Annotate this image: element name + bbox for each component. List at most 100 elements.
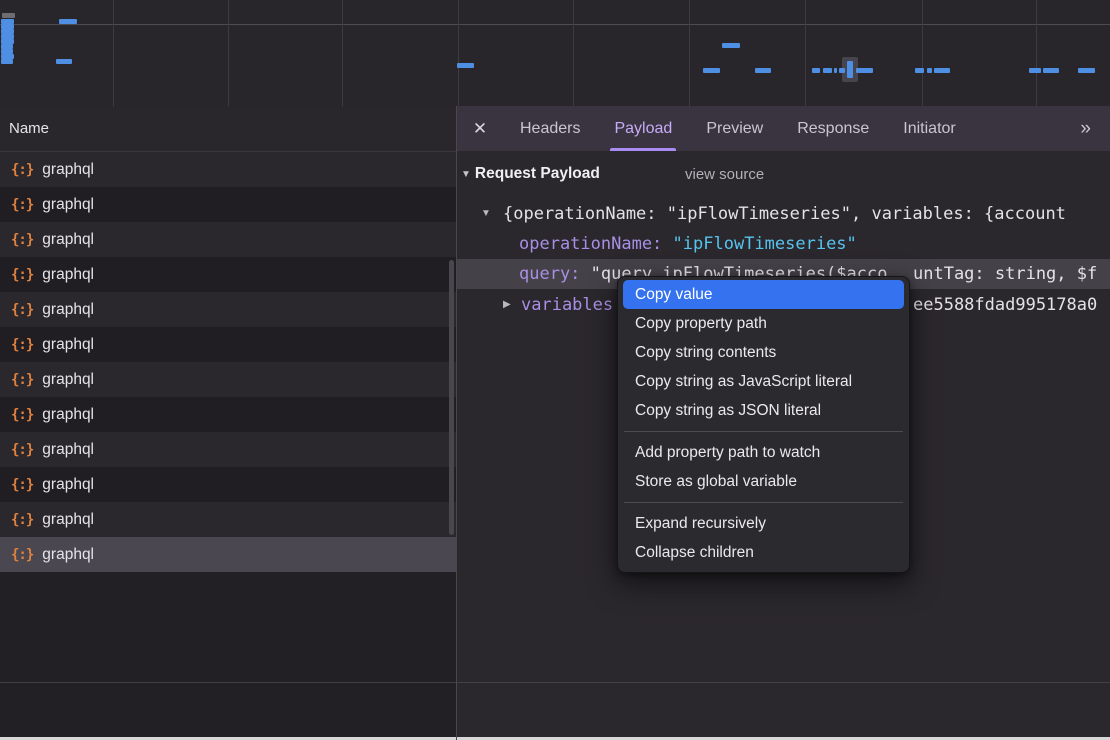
json-braces-icon: {:} xyxy=(11,407,33,423)
property-value-fragment: untTag: string, $f xyxy=(913,259,1097,289)
name-column-header[interactable]: Name xyxy=(0,106,456,152)
menu-item-copy-string-as-javascript-literal[interactable]: Copy string as JavaScript literal xyxy=(623,367,904,396)
json-braces-icon: {:} xyxy=(11,547,33,563)
property-value: "ipFlowTimeseries" xyxy=(673,234,857,254)
json-braces-icon: {:} xyxy=(11,197,33,213)
request-name: graphql xyxy=(42,441,94,459)
menu-item-copy-value[interactable]: Copy value xyxy=(623,280,904,309)
request-timing-bar xyxy=(834,68,837,73)
property-key: query: xyxy=(519,264,580,284)
json-braces-icon: {:} xyxy=(11,372,33,388)
request-row[interactable]: {:} graphql xyxy=(0,327,456,362)
detail-tabbar: ✕ HeadersPayloadPreviewResponseInitiator… xyxy=(457,106,1110,151)
request-name: graphql xyxy=(42,476,94,494)
request-timing-bar xyxy=(856,68,873,73)
overview-gray-bar xyxy=(2,13,15,18)
json-braces-icon: {:} xyxy=(11,512,33,528)
property-value-fragment: ee5588fdad995178a0 xyxy=(913,290,1097,320)
request-row[interactable]: {:}graphql xyxy=(0,222,456,257)
request-row[interactable]: {:}graphql xyxy=(0,537,456,572)
json-braces-icon: {:} xyxy=(11,267,33,283)
overview-gridline xyxy=(922,0,923,106)
tab-initiator[interactable]: Initiator xyxy=(886,106,972,151)
name-column-label: Name xyxy=(0,120,49,137)
request-name: graphql xyxy=(42,161,94,179)
triangle-right-icon[interactable]: ▶ xyxy=(503,290,511,320)
request-timing-bar xyxy=(1078,68,1095,73)
devtools-network-panel: Name {:} graphql {:} graphql {:} graphql {:} gr… xyxy=(0,0,1110,740)
menu-item-copy-property-path[interactable]: Copy property path xyxy=(623,309,904,338)
request-timing-bar xyxy=(839,68,845,73)
json-braces-icon: {:} xyxy=(11,477,33,493)
close-icon[interactable]: ✕ xyxy=(457,106,503,151)
overview-gridline xyxy=(458,0,459,106)
request-timing-bar xyxy=(1043,68,1059,73)
json-braces-icon: {:} xyxy=(11,162,33,178)
tab-headers[interactable]: Headers xyxy=(503,106,597,151)
request-name: graphql xyxy=(42,266,94,284)
payload-operationname-row[interactable]: operationName: "ipFlowTimeseries" xyxy=(457,229,1110,259)
scrollbar-thumb[interactable] xyxy=(449,260,454,535)
overview-hairline xyxy=(0,24,1110,25)
request-name: graphql xyxy=(42,301,94,319)
overview-gridline xyxy=(805,0,806,106)
json-braces-icon: {:} xyxy=(11,337,33,353)
payload-root-preview: {operationName: "ipFlowTimeseries", vari… xyxy=(503,199,1066,229)
request-timing-bar xyxy=(755,68,771,73)
request-timing-bar xyxy=(847,61,853,78)
request-timing-bar xyxy=(1029,68,1041,73)
request-name: graphql xyxy=(42,371,94,389)
request-name: graphql xyxy=(42,406,94,424)
request-timing-bar xyxy=(927,68,932,73)
panel-divider[interactable] xyxy=(456,106,457,740)
request-timing-bar xyxy=(59,19,77,24)
request-row[interactable]: {:} graphql xyxy=(0,187,456,222)
menu-item-copy-string-contents[interactable]: Copy string contents xyxy=(623,338,904,367)
tab-strip: HeadersPayloadPreviewResponseInitiator xyxy=(503,106,973,151)
property-key: operationName: xyxy=(519,234,662,254)
payload-root-row[interactable]: ▼ {operationName: "ipFlowTimeseries", va… xyxy=(457,199,1110,229)
overview-gridline xyxy=(342,0,343,106)
menu-item-collapse-children[interactable]: Collapse children xyxy=(623,538,904,567)
tab-response[interactable]: Response xyxy=(780,106,886,151)
request-name: graphql xyxy=(42,196,94,214)
request-timing-bar xyxy=(823,68,832,73)
request-payload-section[interactable]: ▼ Request Payload xyxy=(461,159,600,189)
overview-gridline xyxy=(573,0,574,106)
request-row[interactable]: {:} graphql xyxy=(0,502,456,537)
request-row[interactable]: {:} graphql xyxy=(0,397,456,432)
network-overview-timeline[interactable] xyxy=(0,0,1110,107)
request-row[interactable]: {:} graphql xyxy=(0,362,456,397)
overview-gridline xyxy=(113,0,114,106)
request-name: graphql xyxy=(42,336,94,354)
request-timing-bar xyxy=(812,68,820,73)
overview-gridline xyxy=(1036,0,1037,106)
menu-separator xyxy=(624,502,903,503)
more-tabs-icon[interactable]: » xyxy=(1062,106,1110,151)
request-row[interactable]: {:} graphql xyxy=(0,467,456,502)
menu-item-copy-string-as-json-literal[interactable]: Copy string as JSON literal xyxy=(623,396,904,425)
request-timing-bar xyxy=(1,59,13,64)
request-row[interactable]: {:} graphql xyxy=(0,432,456,467)
request-timing-bar xyxy=(934,68,950,73)
footer-divider xyxy=(0,682,1110,683)
request-row[interactable]: {:} graphql xyxy=(0,152,456,187)
menu-item-add-property-path-to-watch[interactable]: Add property path to watch xyxy=(623,438,904,467)
menu-item-store-as-global-variable[interactable]: Store as global variable xyxy=(623,467,904,496)
request-timing-bar xyxy=(56,59,72,64)
request-name: graphql xyxy=(42,511,94,529)
request-row[interactable]: {:} graphql xyxy=(0,257,456,292)
request-timing-bar xyxy=(457,63,474,68)
section-title: Request Payload xyxy=(475,165,600,183)
tab-preview[interactable]: Preview xyxy=(689,106,780,151)
view-source-link[interactable]: view source xyxy=(685,159,764,189)
json-braces-icon: {:} xyxy=(11,442,33,458)
request-row[interactable]: {:}graphql xyxy=(0,292,456,327)
menu-item-expand-recursively[interactable]: Expand recursively xyxy=(623,509,904,538)
request-timing-bar xyxy=(722,43,740,48)
property-key: variables xyxy=(521,295,613,315)
triangle-down-icon[interactable]: ▼ xyxy=(481,199,491,229)
overview-gridline xyxy=(689,0,690,106)
request-timing-bar xyxy=(703,68,720,73)
tab-payload[interactable]: Payload xyxy=(597,106,689,151)
